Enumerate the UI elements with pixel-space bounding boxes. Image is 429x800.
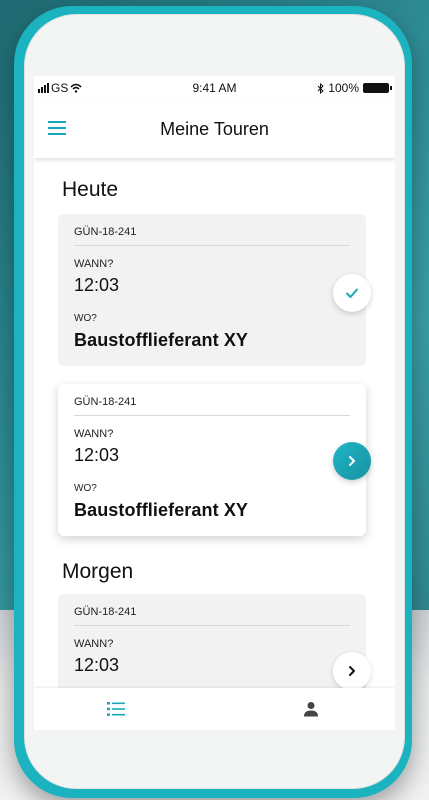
tour-place: Baustofflieferant XY <box>74 330 249 350</box>
open-tour-button[interactable] <box>333 442 371 480</box>
when-label: WANN? <box>74 638 114 650</box>
where-label: WO? <box>74 313 97 324</box>
app-header: Meine Touren <box>34 100 395 158</box>
profile-icon <box>304 702 318 717</box>
tour-time: 12:03 <box>74 275 120 295</box>
nav-tours[interactable] <box>86 688 146 730</box>
list-icon <box>107 702 125 716</box>
where-label: WO? <box>74 483 97 494</box>
card-divider <box>74 415 350 416</box>
chevron-right-icon <box>349 456 355 466</box>
phone-body: GS 9:41 AM 100% Meine Touren Heute GÜN-1… <box>24 14 405 789</box>
complete-button[interactable] <box>333 274 371 312</box>
open-tour-button[interactable] <box>333 652 371 688</box>
tour-code: GÜN-18-241 <box>74 396 137 408</box>
section-title-today: Heute <box>62 178 119 201</box>
bottom-navigation <box>34 688 395 730</box>
battery-icon <box>363 83 392 93</box>
tour-card[interactable]: GÜN-18-241 WANN? 12:03 WO? Baustoffliefe… <box>58 214 371 366</box>
status-right: 100% <box>317 81 392 95</box>
tour-time: 12:03 <box>74 445 120 465</box>
card-divider <box>74 625 350 626</box>
tour-place: Baustofflieferant XY <box>74 500 249 520</box>
tour-list[interactable]: Heute GÜN-18-241 WANN? 12:03 WO? Baustof… <box>34 158 395 688</box>
battery-percent: 100% <box>328 81 359 95</box>
chevron-right-icon <box>349 666 355 676</box>
check-icon <box>346 288 358 298</box>
bluetooth-icon <box>317 82 325 94</box>
tour-code: GÜN-18-241 <box>74 606 137 618</box>
tour-card[interactable]: GÜN-18-241 WANN? 12:03 <box>58 594 371 688</box>
card-divider <box>74 245 350 246</box>
tour-code: GÜN-18-241 <box>74 226 137 238</box>
tour-card[interactable]: GÜN-18-241 WANN? 12:03 WO? Baustoffliefe… <box>58 384 371 536</box>
section-title-tomorrow: Morgen <box>62 560 134 583</box>
status-bar: GS 9:41 AM 100% <box>34 76 395 100</box>
tour-time: 12:03 <box>74 655 120 675</box>
when-label: WANN? <box>74 428 114 440</box>
nav-profile[interactable] <box>281 688 341 730</box>
when-label: WANN? <box>74 258 114 270</box>
page-title: Meine Touren <box>160 119 269 139</box>
app-screen: GS 9:41 AM 100% Meine Touren Heute GÜN-1… <box>34 76 395 730</box>
